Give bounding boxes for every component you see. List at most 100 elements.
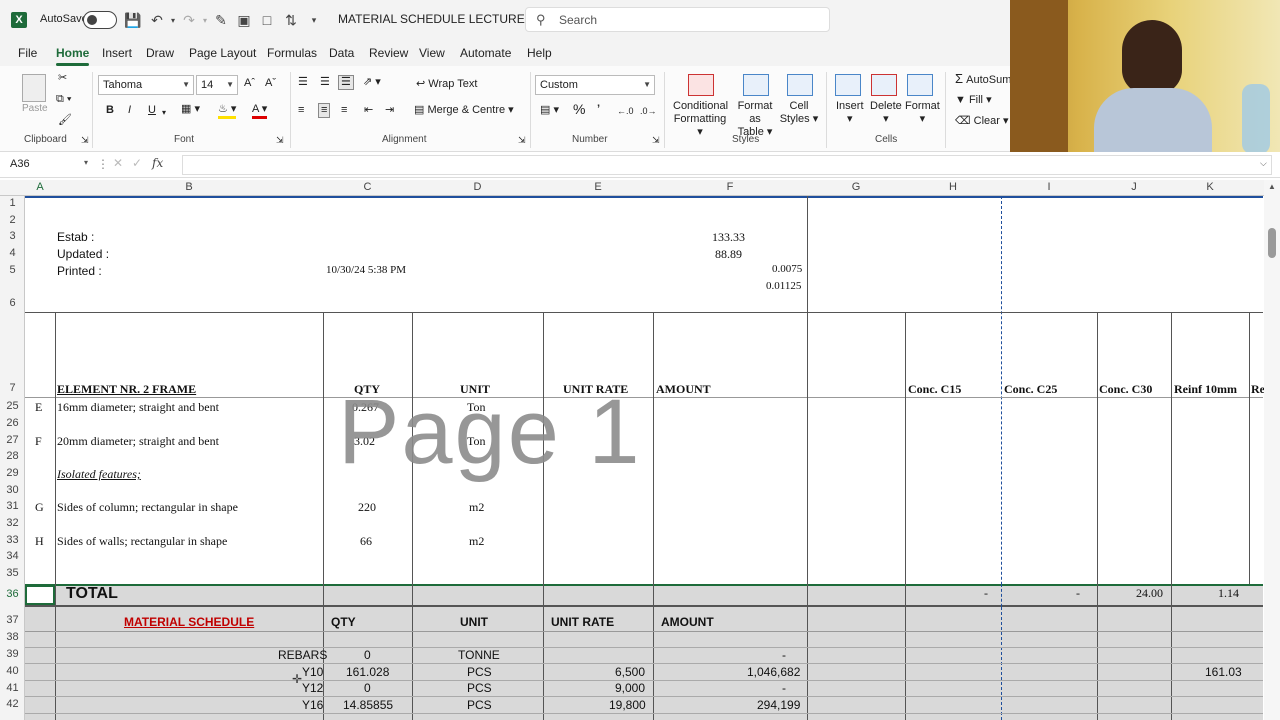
expand-formula-icon[interactable]: ⌵: [1260, 158, 1267, 169]
borders-icon[interactable]: ▦ ▾: [181, 103, 200, 116]
column-header-g[interactable]: G: [807, 181, 905, 193]
italic-button[interactable]: I: [128, 104, 131, 117]
vertical-scrollbar[interactable]: ▲: [1264, 180, 1280, 720]
conc-c30-header[interactable]: Conc. C30: [1099, 382, 1152, 397]
row-header[interactable]: 6: [0, 297, 25, 309]
conc-c15-header[interactable]: Conc. C15: [908, 382, 961, 397]
row-header[interactable]: 37: [0, 614, 25, 626]
row-header[interactable]: 1: [0, 197, 25, 209]
number-format-select[interactable]: Custom ▼: [535, 75, 655, 95]
ms-rate-header[interactable]: UNIT RATE: [551, 615, 614, 629]
row-header[interactable]: 40: [0, 665, 25, 677]
item-unit[interactable]: m2: [469, 500, 484, 515]
reinf-next-header[interactable]: Re: [1251, 382, 1265, 397]
printed-label[interactable]: Printed :: [57, 264, 102, 278]
row-header-selected[interactable]: 36: [0, 588, 25, 600]
ms-rate[interactable]: 6,500: [615, 665, 645, 679]
ms-unit[interactable]: PCS: [467, 681, 492, 695]
redo-icon[interactable]: ↷: [181, 12, 197, 28]
font-color-icon[interactable]: A ▾: [252, 103, 268, 119]
tab-automate[interactable]: Automate: [460, 46, 511, 60]
conditional-formatting-icon[interactable]: [688, 74, 714, 96]
ms-amount[interactable]: -: [782, 681, 786, 695]
tab-review[interactable]: Review: [369, 46, 408, 60]
alignment-launcher-icon[interactable]: ⇲: [518, 134, 526, 147]
save-icon[interactable]: 💾: [124, 12, 141, 28]
ms-rate[interactable]: 19,800: [609, 698, 646, 712]
ms-amount[interactable]: 294,199: [757, 698, 800, 712]
cell-styles-button[interactable]: Cell Styles ▾: [779, 100, 819, 126]
scroll-thumb[interactable]: [1268, 228, 1276, 258]
element-header[interactable]: ELEMENT NR. 2 FRAME: [57, 382, 196, 397]
row-header[interactable]: 2: [0, 214, 25, 226]
confirm-entry-icon[interactable]: ✓: [132, 156, 142, 170]
column-header-h[interactable]: H: [905, 181, 1001, 193]
clear-button[interactable]: ⌫ Clear ▾: [955, 115, 1009, 128]
format-cells-icon[interactable]: [907, 74, 933, 96]
total-conc-c25[interactable]: -: [1076, 586, 1080, 601]
undo-icon[interactable]: ↶: [149, 12, 165, 28]
total-label[interactable]: TOTAL: [66, 585, 118, 603]
ms-unit[interactable]: TONNE: [458, 648, 500, 662]
row-header[interactable]: 28: [0, 450, 25, 462]
autosave-toggle[interactable]: [83, 11, 117, 29]
item-code[interactable]: G: [35, 500, 44, 515]
cut-icon[interactable]: ✂: [58, 72, 67, 85]
ms-unit[interactable]: PCS: [467, 665, 492, 679]
column-header-f[interactable]: F: [653, 181, 807, 193]
tab-insert[interactable]: Insert: [102, 46, 132, 60]
printed-date[interactable]: 10/30/24 5:38 PM: [326, 264, 406, 276]
total-reinf[interactable]: 1.14: [1218, 586, 1239, 601]
row-header[interactable]: 30: [0, 484, 25, 496]
name-box-dropdown-icon[interactable]: ▾: [84, 158, 88, 167]
increase-font-icon[interactable]: Aˆ: [244, 77, 255, 90]
item-code[interactable]: H: [35, 534, 44, 549]
format-painter-qat-icon[interactable]: ✎: [213, 12, 229, 28]
ms-amount[interactable]: -: [782, 648, 786, 662]
new-document-icon[interactable]: □: [259, 12, 275, 28]
item-subheading[interactable]: Isolated features;: [57, 467, 141, 482]
increase-decimal-icon[interactable]: ←.0: [617, 105, 634, 118]
column-header-a[interactable]: A: [25, 181, 55, 193]
align-bottom-icon[interactable]: ☰: [338, 75, 354, 90]
row-header[interactable]: 42: [0, 698, 25, 710]
ms-name[interactable]: Y12: [302, 681, 323, 695]
ms-unit-header[interactable]: UNIT: [460, 615, 488, 629]
more-options-icon[interactable]: ⋮: [97, 157, 109, 171]
document-title[interactable]: MATERIAL SCHEDULE LECTURE... ⌵: [338, 12, 545, 26]
row-header[interactable]: 5: [0, 264, 25, 276]
conditional-formatting-button[interactable]: Conditional Formatting ▾: [673, 100, 728, 139]
font-launcher-icon[interactable]: ⇲: [276, 134, 284, 147]
cell-styles-icon[interactable]: [787, 74, 813, 96]
tab-file[interactable]: File: [18, 46, 37, 60]
ms-name[interactable]: REBARS: [278, 648, 327, 662]
item-description[interactable]: 16mm diameter; straight and bent: [57, 400, 219, 415]
tab-formulas[interactable]: Formulas: [267, 46, 317, 60]
align-middle-icon[interactable]: ☰: [320, 76, 330, 89]
paste-icon[interactable]: [22, 74, 46, 102]
formula-input[interactable]: [182, 155, 1272, 175]
ms-qty-header[interactable]: QTY: [331, 615, 356, 629]
insert-cells-icon[interactable]: [835, 74, 861, 96]
row-header[interactable]: 32: [0, 517, 25, 529]
tab-help[interactable]: Help: [527, 46, 552, 60]
format-cells-button[interactable]: Format ▾: [905, 100, 940, 126]
reinf-header[interactable]: Reinf 10mm: [1174, 382, 1237, 397]
paste-button[interactable]: Paste: [22, 102, 48, 115]
row-header[interactable]: 25: [0, 400, 25, 412]
align-left-icon[interactable]: ≡: [298, 104, 304, 117]
column-header-k[interactable]: K: [1171, 181, 1249, 193]
row-header[interactable]: 27: [0, 434, 25, 446]
tab-view[interactable]: View: [419, 46, 445, 60]
item-description[interactable]: 20mm diameter; straight and bent: [57, 434, 219, 449]
row-header[interactable]: 31: [0, 500, 25, 512]
total-conc-c30[interactable]: 24.00: [1136, 586, 1163, 601]
fill-button[interactable]: ▼ Fill ▾: [955, 94, 992, 107]
sort-icon[interactable]: ⇅: [283, 12, 299, 28]
row-header[interactable]: 7: [0, 382, 25, 394]
orientation-icon[interactable]: ⇗ ▾: [363, 76, 381, 89]
column-header-d[interactable]: D: [412, 181, 543, 193]
scroll-up-icon[interactable]: ▲: [1268, 182, 1276, 191]
percent-icon[interactable]: %: [573, 102, 585, 116]
tab-data[interactable]: Data: [329, 46, 354, 60]
